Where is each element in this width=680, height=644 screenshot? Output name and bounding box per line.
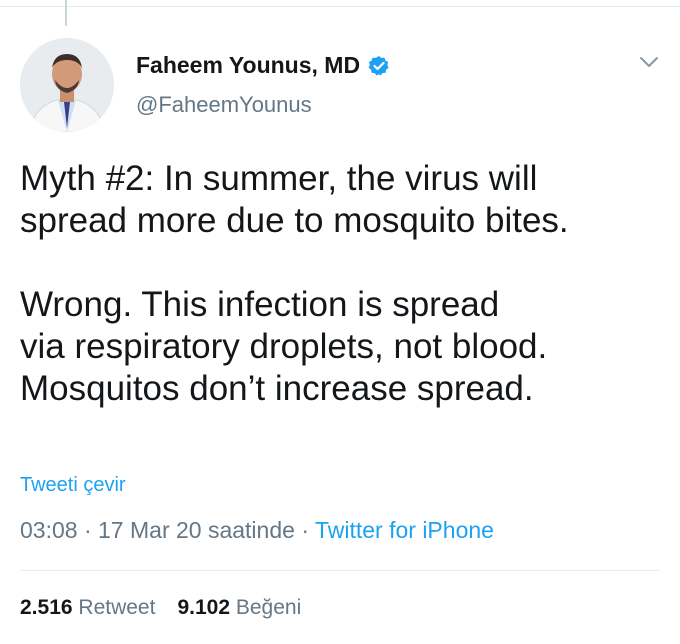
author-name[interactable]: Faheem Younus, MD	[136, 52, 360, 79]
tweet-time[interactable]: 03:08	[20, 517, 78, 543]
stats-divider	[20, 570, 660, 571]
tweet-stats: 2.516 Retweet 9.102 Beğeni	[20, 596, 301, 620]
likes-count: 9.102	[177, 596, 231, 619]
verified-badge-icon	[368, 55, 390, 77]
avatar[interactable]	[20, 38, 114, 132]
likes-label: Beğeni	[235, 596, 302, 619]
author-handle[interactable]: @FaheemYounus	[136, 92, 312, 118]
tweet-date[interactable]: 17 Mar 20 saatinde	[98, 517, 295, 543]
avatar-photo	[20, 38, 114, 132]
author-name-row[interactable]: Faheem Younus, MD	[136, 52, 390, 79]
retweets-count: 2.516	[20, 596, 73, 619]
tweet-source-link[interactable]: Twitter for iPhone	[315, 517, 494, 543]
translate-tweet-link[interactable]: Tweeti çevir	[20, 474, 126, 497]
thread-connector-line	[65, 0, 67, 26]
meta-separator: ·	[301, 517, 309, 543]
chevron-down-icon[interactable]	[638, 54, 660, 70]
top-divider	[0, 6, 680, 7]
tweet-text: Myth #2: In summer, the virus will sprea…	[20, 159, 569, 408]
tweet-meta: 03:08 · 17 Mar 20 saatinde · Twitter for…	[20, 517, 494, 544]
likes-stat[interactable]: 9.102 Beğeni	[177, 596, 301, 619]
meta-separator: ·	[83, 517, 92, 543]
retweets-label: Retweet	[78, 596, 156, 619]
retweets-stat[interactable]: 2.516 Retweet	[20, 596, 155, 619]
